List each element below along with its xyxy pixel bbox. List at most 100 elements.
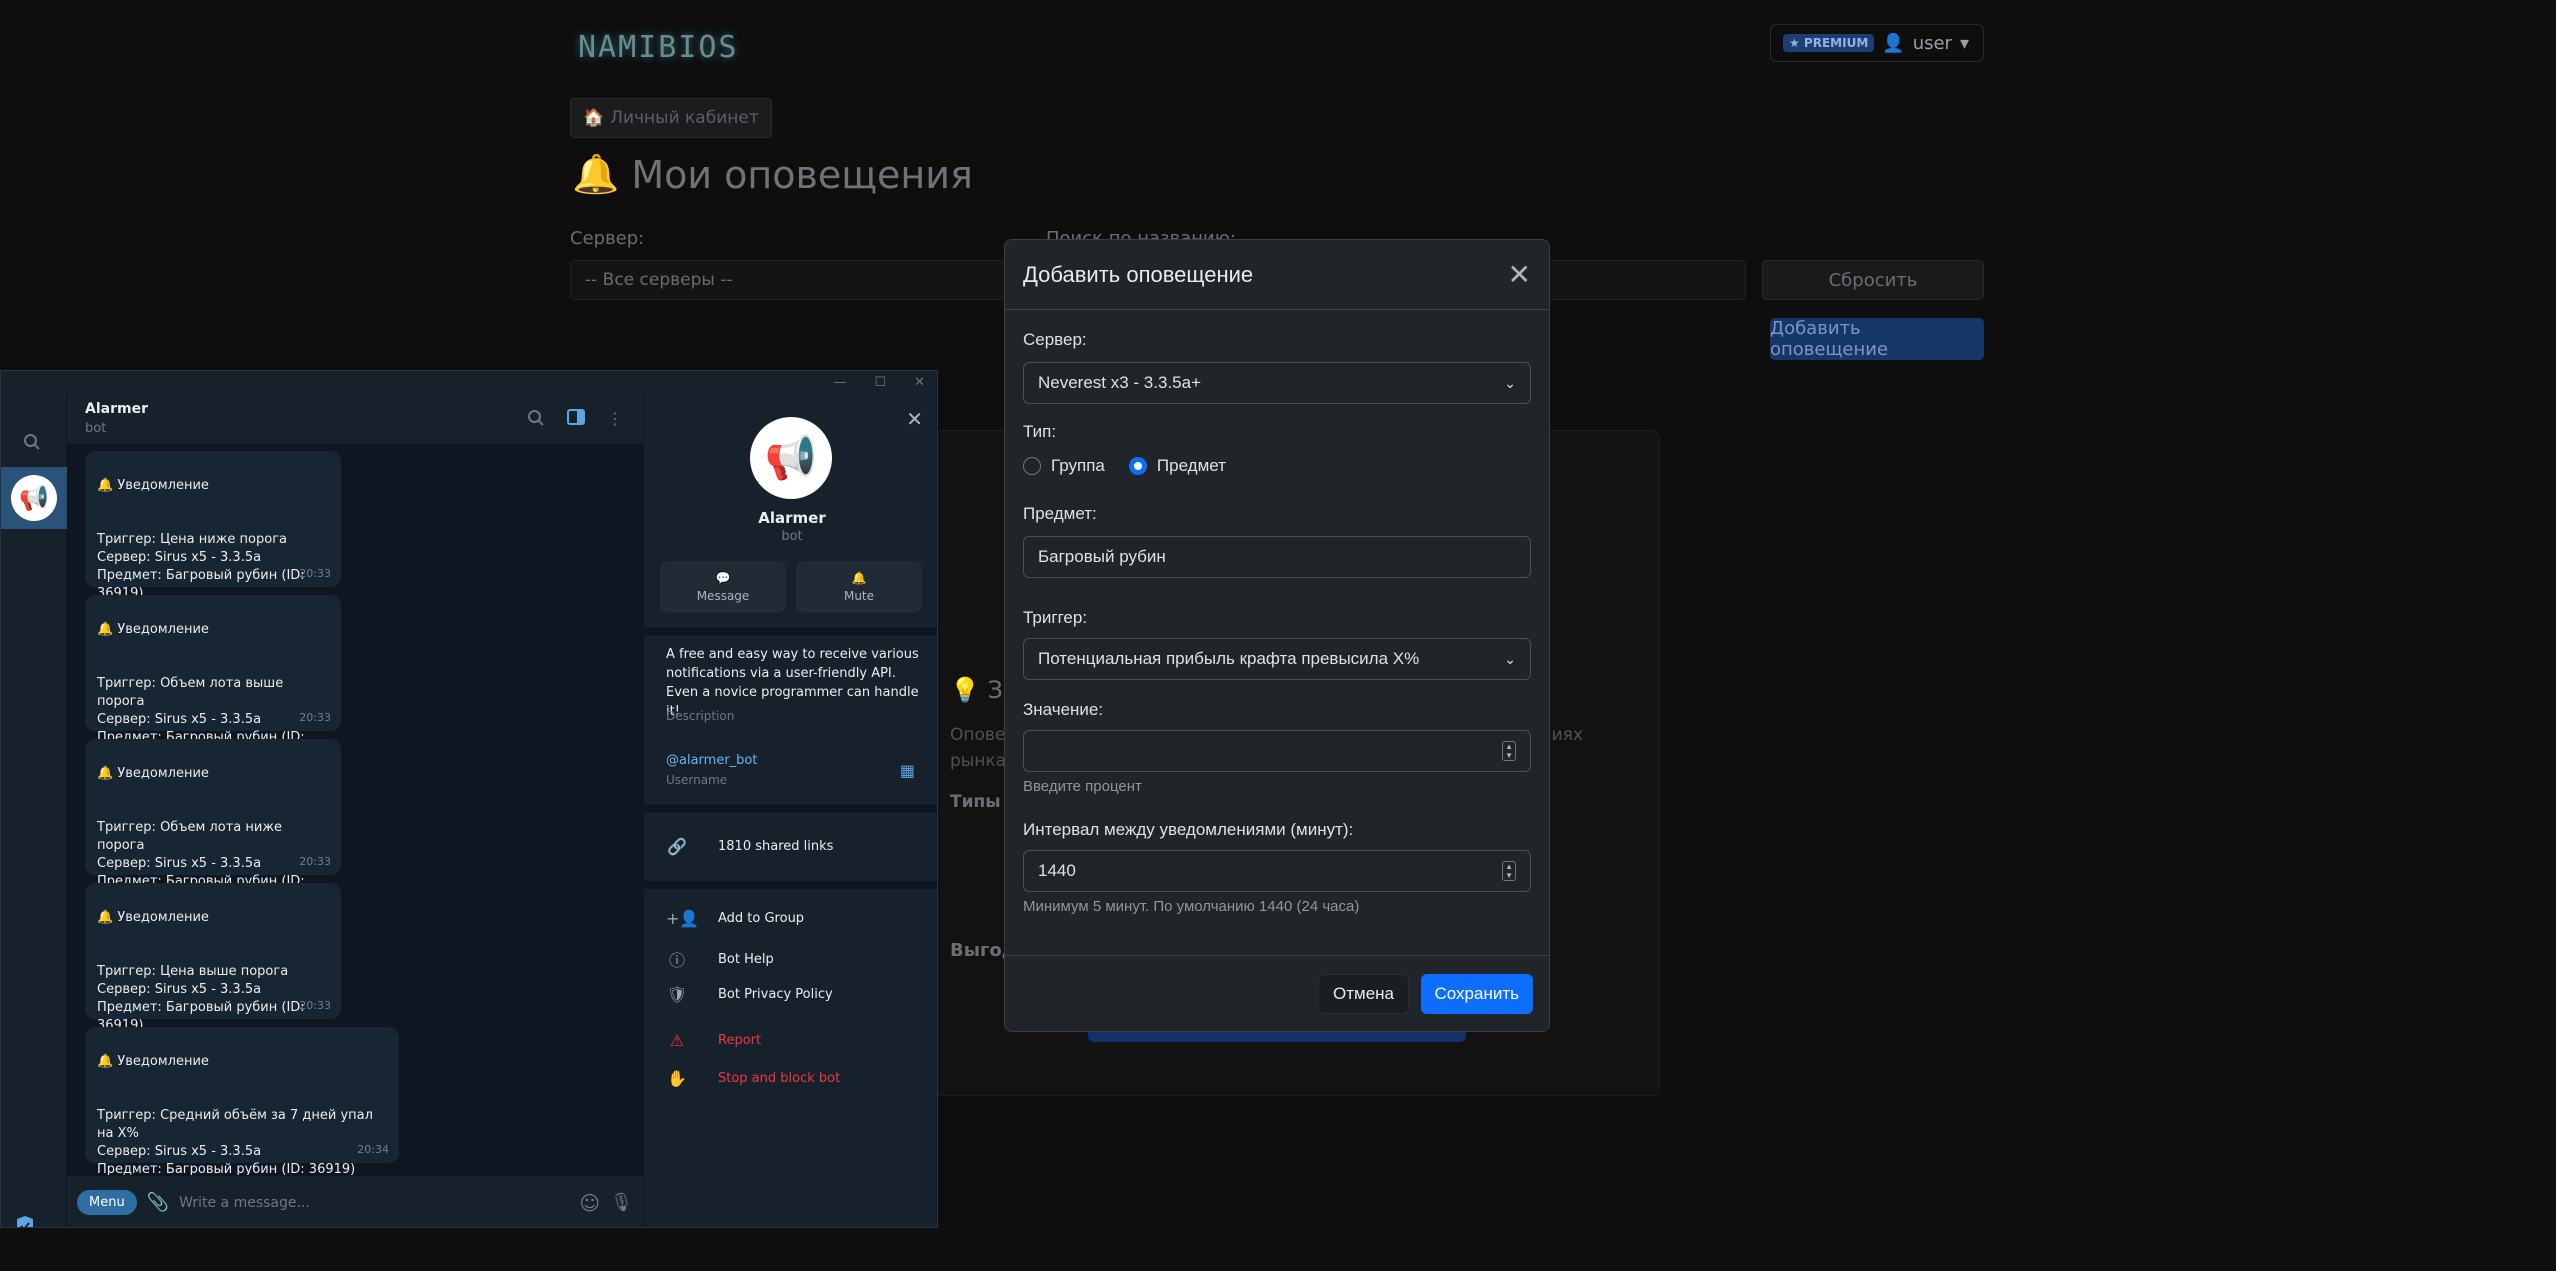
cancel-button[interactable]: Отмена — [1318, 974, 1409, 1014]
message-header: 🔔 Уведомление — [97, 1054, 209, 1069]
add-user-icon: +👤 — [666, 909, 700, 928]
chat-messages[interactable]: 🔔 Уведомление Триггер: Цена ниже порога … — [67, 445, 643, 1175]
chat-name[interactable]: Alarmer — [85, 401, 148, 417]
page-title: 🔔 Мои оповещения — [572, 152, 973, 197]
bot-avatar: 📢 — [750, 417, 832, 499]
bot-name: Alarmer — [758, 509, 826, 527]
shield-icon[interactable] — [15, 1215, 35, 1227]
modal-title: Добавить оповещение — [1023, 261, 1254, 287]
message-time: 20:33 — [299, 711, 331, 724]
username-label: Username — [666, 773, 728, 787]
site-logo[interactable]: NAMIBIOS — [578, 30, 739, 65]
user-menu[interactable]: ★ PREMIUM 👤 user ▾ — [1770, 24, 1984, 62]
radio-group-option[interactable] — [1023, 457, 1041, 475]
reset-button[interactable]: Сбросить — [1762, 260, 1984, 300]
info-icon: ⓘ — [668, 951, 685, 970]
chat-list-column: 📢 — [1, 393, 67, 1227]
type-radio-group: Группа Предмет — [1023, 456, 1226, 476]
chat-header-actions: ⋮ — [527, 409, 623, 431]
message-time: 20:33 — [299, 855, 331, 868]
trigger-label: Триггер: — [1023, 608, 1088, 627]
message-time: 20:33 — [299, 567, 331, 580]
hand-stop-icon: ✋ — [667, 1069, 687, 1088]
alert-icon: ⚠ — [669, 1031, 685, 1050]
home-icon: 🏠 — [583, 108, 605, 128]
window-titlebar: — ☐ ✕ — [1, 371, 937, 393]
chat-subtitle: bot — [85, 421, 107, 436]
message-time: 20:34 — [357, 1143, 389, 1156]
link-icon: 🔗 — [667, 837, 687, 856]
divider — [644, 627, 937, 635]
report-row[interactable]: ⚠ Report — [666, 1031, 761, 1050]
interval-help: Минимум 5 минут. По умолчанию 1440 (24 ч… — [1023, 898, 1360, 915]
megaphone-icon: 📢 — [764, 433, 818, 482]
message-header: 🔔 Уведомление — [97, 910, 209, 925]
item-input[interactable]: Багровый рубин — [1023, 536, 1531, 578]
message-header: 🔔 Уведомление — [97, 622, 209, 637]
message-bubble[interactable]: 🔔 Уведомление Триггер: Объем лота ниже п… — [85, 739, 341, 943]
search-icon[interactable] — [23, 433, 41, 455]
value-help: Введите процент — [1023, 778, 1142, 795]
more-vertical-icon[interactable]: ⋮ — [607, 409, 623, 431]
server-filter-label: Сервер: — [570, 228, 645, 249]
number-stepper[interactable]: ▲ ▼ — [1502, 861, 1516, 881]
add-alert-button[interactable]: Добавить оповещение — [1770, 318, 1984, 360]
message-button[interactable]: 💬 Message — [660, 561, 786, 613]
modal-header: Добавить оповещение ✕ — [1005, 240, 1549, 310]
close-icon[interactable]: ✕ — [906, 407, 923, 431]
save-button[interactable]: Сохранить — [1420, 974, 1533, 1014]
message-header: 🔔 Уведомление — [97, 478, 209, 493]
chat-list-item-alarmer[interactable]: 📢 — [1, 467, 67, 529]
message-composer: Menu 📎 Write a message... ☺ 🎙 — [67, 1175, 643, 1227]
message-header: 🔔 Уведомление — [97, 766, 209, 781]
message-bubble[interactable]: 🔔 Уведомление Триггер: Цена ниже порога … — [85, 451, 341, 637]
value-input[interactable]: ▲ ▼ — [1023, 730, 1531, 772]
bot-help-row[interactable]: ⓘ Bot Help — [666, 947, 774, 971]
microphone-icon[interactable]: 🎙 — [610, 1192, 633, 1213]
description-label: Description — [666, 709, 735, 723]
bot-profile-panel: ✕ 📢 Alarmer bot 💬 Message 🔔 Mute A free … — [643, 393, 937, 1227]
stop-block-row[interactable]: ✋ Stop and block bot — [666, 1069, 840, 1088]
premium-badge: ★ PREMIUM — [1783, 34, 1875, 52]
shared-links-row[interactable]: 🔗 1810 shared links — [666, 837, 833, 856]
item-label: Предмет: — [1023, 504, 1097, 523]
interval-input[interactable]: 1440 ▲ ▼ — [1023, 850, 1531, 892]
breadcrumb[interactable]: 🏠 Личный кабинет — [570, 98, 772, 138]
bot-subtitle: bot — [781, 529, 803, 544]
divider — [644, 805, 937, 813]
trigger-select[interactable]: Потенциальная прибыль крафта превысила X… — [1023, 638, 1531, 680]
close-window-icon[interactable]: ✕ — [914, 375, 925, 390]
server-filter-select[interactable]: -- Все серверы -- — [570, 260, 1020, 300]
bell-icon: 🔔 — [572, 152, 620, 196]
qr-code-icon[interactable]: ▦ — [900, 761, 915, 780]
emoji-icon[interactable]: ☺ — [579, 1191, 600, 1215]
maximize-icon[interactable]: ☐ — [874, 375, 886, 390]
username: user — [1912, 32, 1952, 54]
message-bubble[interactable]: 🔔 Уведомление Триггер: Средний объём за … — [85, 1027, 399, 1175]
minimize-icon[interactable]: — — [833, 375, 846, 390]
message-input[interactable]: Write a message... — [179, 1195, 569, 1211]
server-select[interactable]: Neverest x3 - 3.3.5a+ ⌄ — [1023, 362, 1531, 404]
chat-bubble-icon: 💬 — [715, 571, 731, 585]
chat-header: Alarmer bot ⋮ — [67, 393, 643, 445]
page-title-text: Мои оповещения — [631, 152, 973, 197]
modal-footer: Отмена Сохранить — [1005, 955, 1549, 1031]
number-stepper[interactable]: ▲ ▼ — [1502, 741, 1516, 761]
bot-menu-button[interactable]: Menu — [77, 1190, 137, 1215]
chevron-down-icon: ⌄ — [1504, 374, 1516, 391]
privacy-policy-row[interactable]: 🛡 Bot Privacy Policy — [666, 985, 833, 1004]
message-body: Триггер: Средний объём за 7 дней упал на… — [97, 1108, 373, 1175]
value-label: Значение: — [1023, 700, 1104, 719]
type-label: Тип: — [1023, 422, 1057, 441]
mute-button[interactable]: 🔔 Mute — [796, 561, 922, 613]
add-to-group-row[interactable]: +👤 Add to Group — [666, 909, 804, 928]
search-icon[interactable] — [527, 409, 545, 431]
paperclip-icon[interactable]: 📎 — [147, 1192, 169, 1213]
close-icon[interactable]: ✕ — [1508, 260, 1531, 289]
message-bubble[interactable]: 🔔 Уведомление Триггер: Цена выше порога … — [85, 883, 341, 1069]
message-bubble[interactable]: 🔔 Уведомление Триггер: Объем лота выше п… — [85, 595, 341, 799]
bot-username[interactable]: @alarmer_bot — [666, 753, 757, 768]
telegram-window: — ☐ ✕ 📢 Alarmer bot ⋮ 🔔 Уведомление Триг… — [0, 370, 938, 1228]
radio-item-option[interactable] — [1128, 457, 1147, 475]
sidebar-toggle-icon[interactable] — [567, 409, 585, 431]
